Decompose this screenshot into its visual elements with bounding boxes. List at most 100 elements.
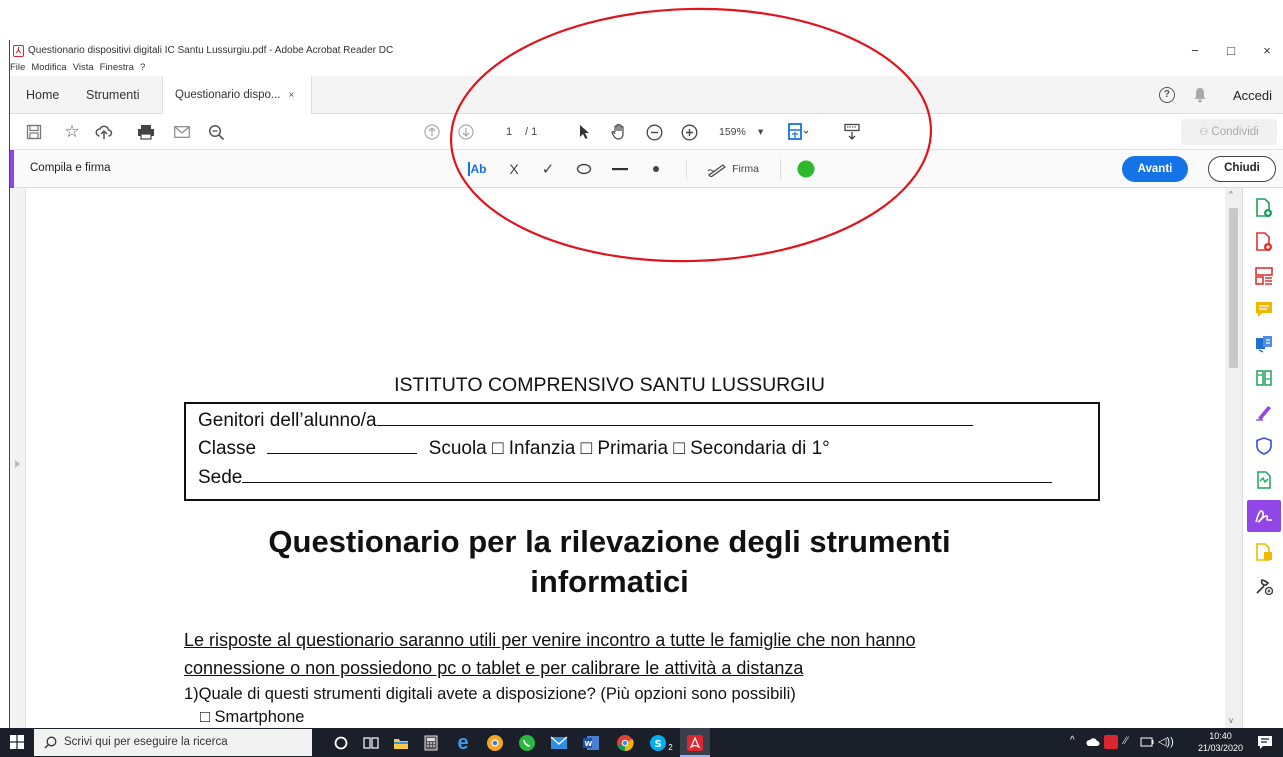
tray-expand-chevron-icon[interactable]: ^ bbox=[1070, 735, 1075, 746]
taskbar-clock[interactable]: 10:40 21/03/2020 bbox=[1198, 730, 1243, 754]
whatsapp-icon[interactable] bbox=[516, 732, 538, 754]
parents-blank[interactable] bbox=[376, 408, 973, 426]
sign-button[interactable]: Firma bbox=[700, 158, 766, 180]
onedrive-cloud-icon[interactable] bbox=[1086, 737, 1100, 747]
task-view-icon[interactable] bbox=[360, 732, 382, 754]
zoom-level-dropdown[interactable]: 159% bbox=[719, 126, 746, 138]
class-line[interactable]: Classe Scuola □ Infanzia □ Primaria □ Se… bbox=[198, 436, 830, 460]
cortana-icon[interactable] bbox=[330, 732, 352, 754]
chrome-canary-icon[interactable] bbox=[484, 732, 506, 754]
skype-icon[interactable]: S 2 bbox=[646, 732, 676, 754]
file-explorer-icon[interactable] bbox=[390, 732, 412, 754]
menu-help[interactable]: ? bbox=[140, 62, 145, 76]
windows-start-icon[interactable] bbox=[10, 735, 24, 749]
bookmark-star-icon[interactable]: ☆ bbox=[60, 120, 84, 144]
mail-icon[interactable] bbox=[548, 732, 570, 754]
circle-tool-icon[interactable] bbox=[574, 158, 594, 180]
menu-file[interactable]: File bbox=[10, 62, 25, 76]
volume-icon[interactable]: ◁)) bbox=[1158, 735, 1174, 748]
school-type-options[interactable]: Scuola □ Infanzia □ Primaria □ Secondari… bbox=[429, 438, 830, 459]
tab-home[interactable]: Home bbox=[14, 76, 71, 114]
chrome-icon[interactable] bbox=[614, 732, 636, 754]
scrollbar-thumb[interactable] bbox=[1229, 208, 1238, 368]
export-file-icon[interactable] bbox=[1252, 540, 1276, 564]
menu-finestra[interactable]: Finestra bbox=[100, 62, 134, 76]
zoom-in-icon[interactable] bbox=[677, 120, 701, 144]
dot-tool-icon[interactable] bbox=[646, 158, 666, 180]
close-window-button[interactable]: × bbox=[1247, 42, 1283, 60]
line-tool-icon[interactable] bbox=[610, 158, 630, 180]
fit-page-icon[interactable] bbox=[787, 120, 811, 144]
next-button[interactable]: Avanti bbox=[1122, 156, 1188, 182]
optimize-pdf-icon[interactable] bbox=[1252, 468, 1276, 492]
scroll-down-arrow-icon[interactable]: v bbox=[1229, 716, 1233, 725]
check-mark-tool[interactable]: ✓ bbox=[538, 158, 558, 180]
previous-page-icon[interactable] bbox=[420, 120, 444, 144]
organize-pages-icon[interactable] bbox=[1252, 264, 1276, 288]
print-icon[interactable] bbox=[134, 120, 158, 144]
protect-shield-icon[interactable] bbox=[1252, 434, 1276, 458]
fill-sign-selected-icon[interactable] bbox=[1247, 500, 1281, 532]
keyboard-scroll-icon[interactable] bbox=[840, 120, 864, 144]
parents-label: Genitori dell’alunno/a bbox=[198, 410, 377, 431]
battery-icon[interactable] bbox=[1140, 737, 1154, 747]
notification-center-icon[interactable] bbox=[1257, 735, 1273, 751]
more-tools-icon[interactable] bbox=[1252, 574, 1276, 598]
menu-modifica[interactable]: Modifica bbox=[31, 62, 66, 76]
zoom-out-icon[interactable] bbox=[642, 120, 666, 144]
menu-bar: File Modifica Vista Finestra ? bbox=[10, 62, 145, 76]
save-icon[interactable] bbox=[22, 120, 46, 144]
share-button[interactable]: ⚇ Condividi bbox=[1181, 119, 1277, 145]
vertical-scrollbar[interactable]: ^ v bbox=[1225, 188, 1242, 728]
zoom-dropdown-arrow-icon[interactable]: ▾ bbox=[758, 126, 763, 138]
class-blank[interactable] bbox=[267, 436, 418, 454]
sede-blank[interactable] bbox=[242, 465, 1053, 483]
add-text-tool[interactable]: Ab bbox=[462, 158, 492, 180]
person-add-icon: ⚇ bbox=[1199, 127, 1209, 138]
word-icon[interactable]: W bbox=[580, 732, 602, 754]
menu-vista[interactable]: Vista bbox=[73, 62, 94, 76]
minimize-button[interactable]: − bbox=[1175, 42, 1215, 60]
help-icon[interactable]: ? bbox=[1158, 87, 1175, 103]
scroll-up-arrow-icon[interactable]: ^ bbox=[1229, 190, 1233, 199]
acrobat-taskbar-icon[interactable] bbox=[680, 728, 710, 757]
color-picker-button[interactable] bbox=[794, 158, 818, 180]
close-fill-sign-button[interactable]: Chiudi bbox=[1208, 156, 1276, 182]
notifications-bell-icon[interactable] bbox=[1193, 87, 1207, 103]
cross-mark-tool[interactable]: X bbox=[504, 158, 524, 180]
tab-tools[interactable]: Strumenti bbox=[74, 76, 152, 114]
page-number-input[interactable]: 1 bbox=[506, 126, 512, 138]
search-zoom-icon[interactable] bbox=[204, 120, 228, 144]
option-smartphone[interactable]: □ Smartphone bbox=[200, 708, 304, 727]
maximize-button[interactable]: □ bbox=[1211, 42, 1251, 60]
pen-tray-icon[interactable]: ⁄⁄ bbox=[1124, 735, 1128, 747]
sede-line[interactable]: Sede bbox=[198, 465, 1053, 489]
pdf-page[interactable]: ISTITUTO COMPRENSIVO SANTU LUSSURGIU Gen… bbox=[26, 188, 1225, 728]
comment-icon[interactable] bbox=[1252, 298, 1276, 322]
tab-close-icon[interactable]: × bbox=[288, 90, 294, 101]
select-cursor-icon[interactable] bbox=[572, 120, 596, 144]
tab-document[interactable]: Questionario dispo... × bbox=[162, 76, 312, 115]
upload-cloud-icon[interactable] bbox=[92, 120, 116, 144]
school-heading: ISTITUTO COMPRENSIVO SANTU LUSSURGIU bbox=[394, 374, 825, 396]
acrobat-window: ⅄ Questionario dispositivi digitali IC S… bbox=[9, 40, 1283, 728]
calculator-icon[interactable] bbox=[420, 732, 442, 754]
compare-files-icon[interactable] bbox=[1252, 366, 1276, 390]
export-pdf-icon[interactable] bbox=[1252, 230, 1276, 254]
left-panel-gutter[interactable] bbox=[10, 188, 26, 728]
svg-text:S: S bbox=[655, 739, 662, 750]
parents-line[interactable]: Genitori dell’alunno/a bbox=[198, 408, 973, 432]
taskbar-search-box[interactable]: Scrivi qui per eseguire la ricerca bbox=[34, 729, 312, 756]
create-pdf-icon[interactable] bbox=[1252, 196, 1276, 220]
intro-text-line1: Le risposte al questionario saranno util… bbox=[184, 630, 916, 650]
tabbar-right: ? Accedi bbox=[1158, 76, 1283, 114]
email-icon[interactable] bbox=[170, 120, 194, 144]
fill-sign-pen-icon[interactable] bbox=[1252, 400, 1276, 424]
send-for-review-icon[interactable] bbox=[1252, 332, 1276, 356]
hand-tool-icon[interactable] bbox=[607, 120, 631, 144]
signin-button[interactable]: Accedi bbox=[1233, 88, 1272, 103]
edge-browser-icon[interactable]: e bbox=[452, 732, 474, 754]
next-page-icon[interactable] bbox=[454, 120, 478, 144]
acrobat-tray-icon[interactable] bbox=[1104, 735, 1118, 749]
expand-panel-arrow-icon[interactable] bbox=[15, 460, 20, 468]
